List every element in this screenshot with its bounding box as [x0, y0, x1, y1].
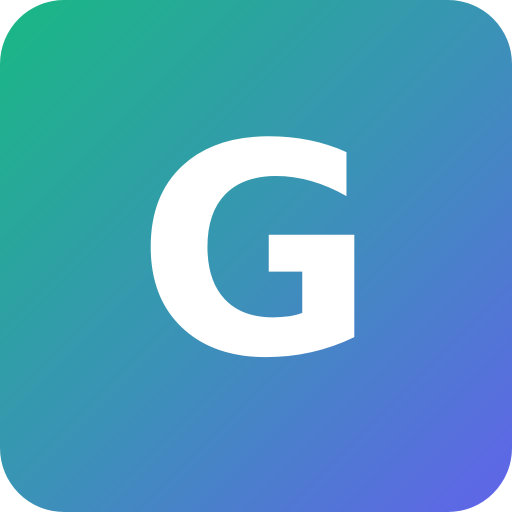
app-icon: G — [0, 0, 512, 512]
app-icon-letter: G — [136, 82, 376, 422]
